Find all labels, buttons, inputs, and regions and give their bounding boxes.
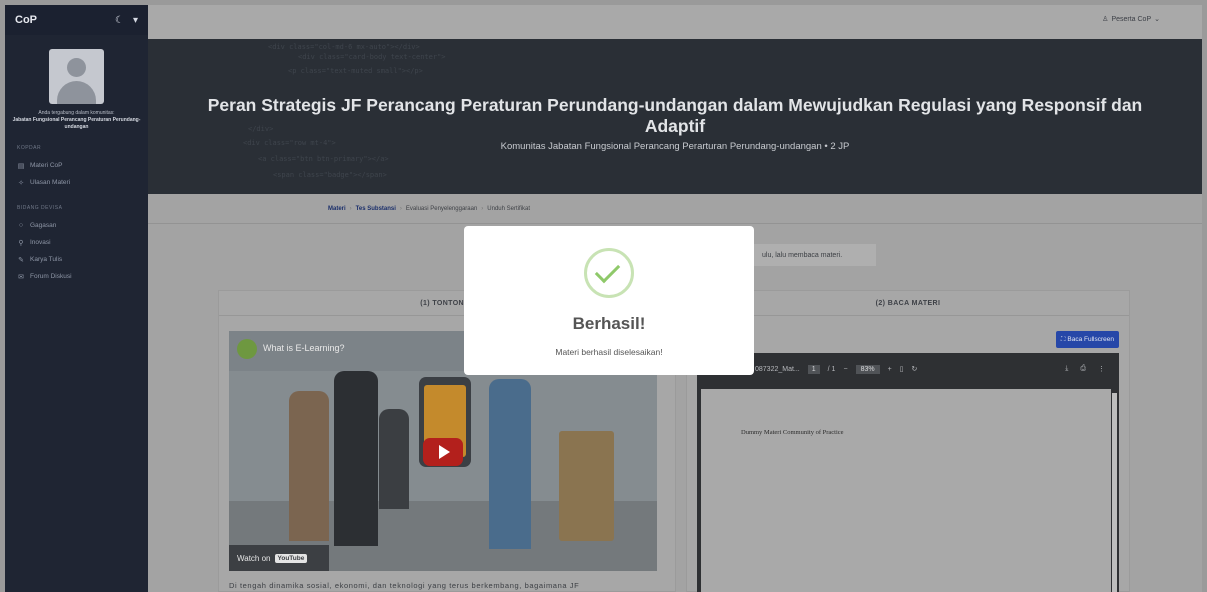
illustration-person [489, 379, 531, 549]
success-modal: Berhasil! Materi berhasil diselesaikan! [464, 226, 754, 375]
breadcrumb-materi[interactable]: Materi [328, 206, 346, 212]
page-title: Peran Strategis JF Perancang Peraturan P… [207, 95, 1143, 136]
pdf-page: Dummy Materi Community of Practice [701, 389, 1111, 592]
avatar [49, 49, 104, 104]
book-icon: ▤ [17, 162, 25, 170]
print-icon[interactable]: ⎙ [1080, 365, 1086, 373]
sidebar-item-forum-diskusi[interactable]: ✉ Forum Diskusi [5, 268, 148, 285]
idea-icon: ○ [18, 222, 24, 229]
channel-logo-icon [237, 339, 257, 359]
topbar: ♙ Peserta CoP ⌄ [148, 5, 1202, 39]
video-title[interactable]: What is E-Learning? [263, 343, 345, 353]
chevron-right-icon: › [481, 205, 484, 212]
code-decoration: <span class="badge"></span> [273, 171, 387, 179]
pdf-toolbar: 087322_Mat... 1 / 1 − 83% + ▯ ↻ ⤓ ⎙ ⋮ [697, 353, 1119, 385]
hero-banner: <div class="col-md-6 mx-auto"></div> <di… [148, 39, 1202, 194]
moon-icon[interactable]: ☾ [115, 15, 124, 26]
user-menu[interactable]: ♙ Peserta CoP ⌄ [1102, 15, 1160, 24]
user-icon: ♙ [1102, 16, 1109, 23]
play-button[interactable] [423, 438, 463, 466]
rotate-icon[interactable]: ↻ [912, 365, 918, 373]
zoom-in-icon[interactable]: + [888, 366, 892, 373]
success-check-icon [584, 248, 634, 298]
download-icon[interactable]: ⤓ [1065, 365, 1068, 373]
brand-logo[interactable]: CoP [15, 14, 37, 26]
pdf-page-input[interactable]: 1 [807, 364, 820, 374]
section-bidang-devisa: BIDANG DEVISA [17, 205, 63, 211]
pdf-filename: 087322_Mat... [755, 365, 800, 373]
sidebar: CoP ☾ ▾ Anda tergabung dalam komunitas: … [5, 5, 148, 592]
user-name: Peserta CoP [1111, 15, 1152, 23]
pdf-zoom-level[interactable]: 83% [855, 364, 880, 374]
modal-title: Berhasil! [572, 314, 646, 333]
material-intro-text: Di tengah dinamika sosial, ekonomi, dan … [229, 581, 580, 590]
breadcrumb-evaluasi[interactable]: Evaluasi Penyelenggaraan [406, 206, 477, 212]
zoom-out-icon[interactable]: − [843, 366, 847, 373]
sidebar-item-gagasan[interactable]: ○ Gagasan [5, 217, 148, 234]
code-decoration: <p class="text-muted small"></p> [288, 67, 423, 75]
sidebar-item-inovasi[interactable]: ⚲ Inovasi [5, 234, 148, 251]
modal-message: Materi berhasil diselesaikan! [555, 347, 663, 357]
code-decoration: <div class="card-body text-center"> [298, 53, 446, 61]
pen-icon: ✎ [18, 256, 24, 264]
rating-icon: ✧ [18, 179, 24, 187]
fit-page-icon[interactable]: ▯ [900, 365, 904, 373]
code-decoration: <a class="btn btn-primary"></a> [258, 155, 389, 163]
expand-icon: ⛶ [1060, 335, 1066, 343]
sidebar-item-ulasan-materi[interactable]: ✧ Ulasan Materi [5, 174, 148, 191]
chevron-right-icon: › [399, 205, 402, 212]
illustration-boxes [559, 431, 614, 541]
bookmark-icon[interactable]: ▾ [133, 15, 138, 26]
community-description: Anda tergabung dalam komunitas: Jabatan … [12, 110, 141, 130]
code-decoration: <div class="col-md-6 mx-auto"></div> [268, 43, 420, 51]
breadcrumb-unduh-sertifikat[interactable]: Unduh Sertifikat [487, 206, 530, 212]
info-note: ulu, lalu membaca materi. [748, 244, 876, 266]
sidebar-item-materi-cop[interactable]: ▤ Materi CoP [5, 157, 148, 174]
pdf-page-total: / 1 [827, 365, 836, 373]
youtube-logo-icon: YouTube [274, 553, 308, 563]
sidebar-item-karya-tulis[interactable]: ✎ Karya Tulis [5, 251, 148, 268]
breadcrumb: Materi › Tes Substansi › Evaluasi Penyel… [148, 194, 1202, 224]
chat-icon: ✉ [18, 273, 24, 281]
pdf-viewer[interactable]: 087322_Mat... 1 / 1 − 83% + ▯ ↻ ⤓ ⎙ ⋮ Du… [697, 353, 1119, 592]
page-subtitle: Komunitas Jabatan Fungsional Perancang P… [500, 141, 850, 152]
illustration-person [379, 409, 409, 509]
fullscreen-button[interactable]: ⛶ Baca Fullscreen [1055, 331, 1119, 348]
pdf-document-text: Dummy Materi Community of Practice [741, 429, 844, 436]
chevron-right-icon: › [349, 205, 352, 212]
section-kopdar: KOPDAR [17, 145, 42, 151]
pdf-scrollbar[interactable] [1112, 393, 1117, 592]
pin-icon: ⚲ [18, 239, 24, 247]
illustration-person [289, 391, 329, 541]
sidebar-header: CoP ☾ ▾ [5, 5, 148, 35]
illustration-person [334, 371, 378, 546]
more-options-icon[interactable]: ⋮ [1098, 365, 1105, 373]
chevron-down-icon: ⌄ [1154, 16, 1160, 23]
watch-on-youtube[interactable]: Watch on YouTube [229, 545, 329, 571]
breadcrumb-tes-substansi[interactable]: Tes Substansi [356, 206, 396, 212]
community-name: Jabatan Fungsional Perancang Peraturan P… [12, 117, 141, 130]
